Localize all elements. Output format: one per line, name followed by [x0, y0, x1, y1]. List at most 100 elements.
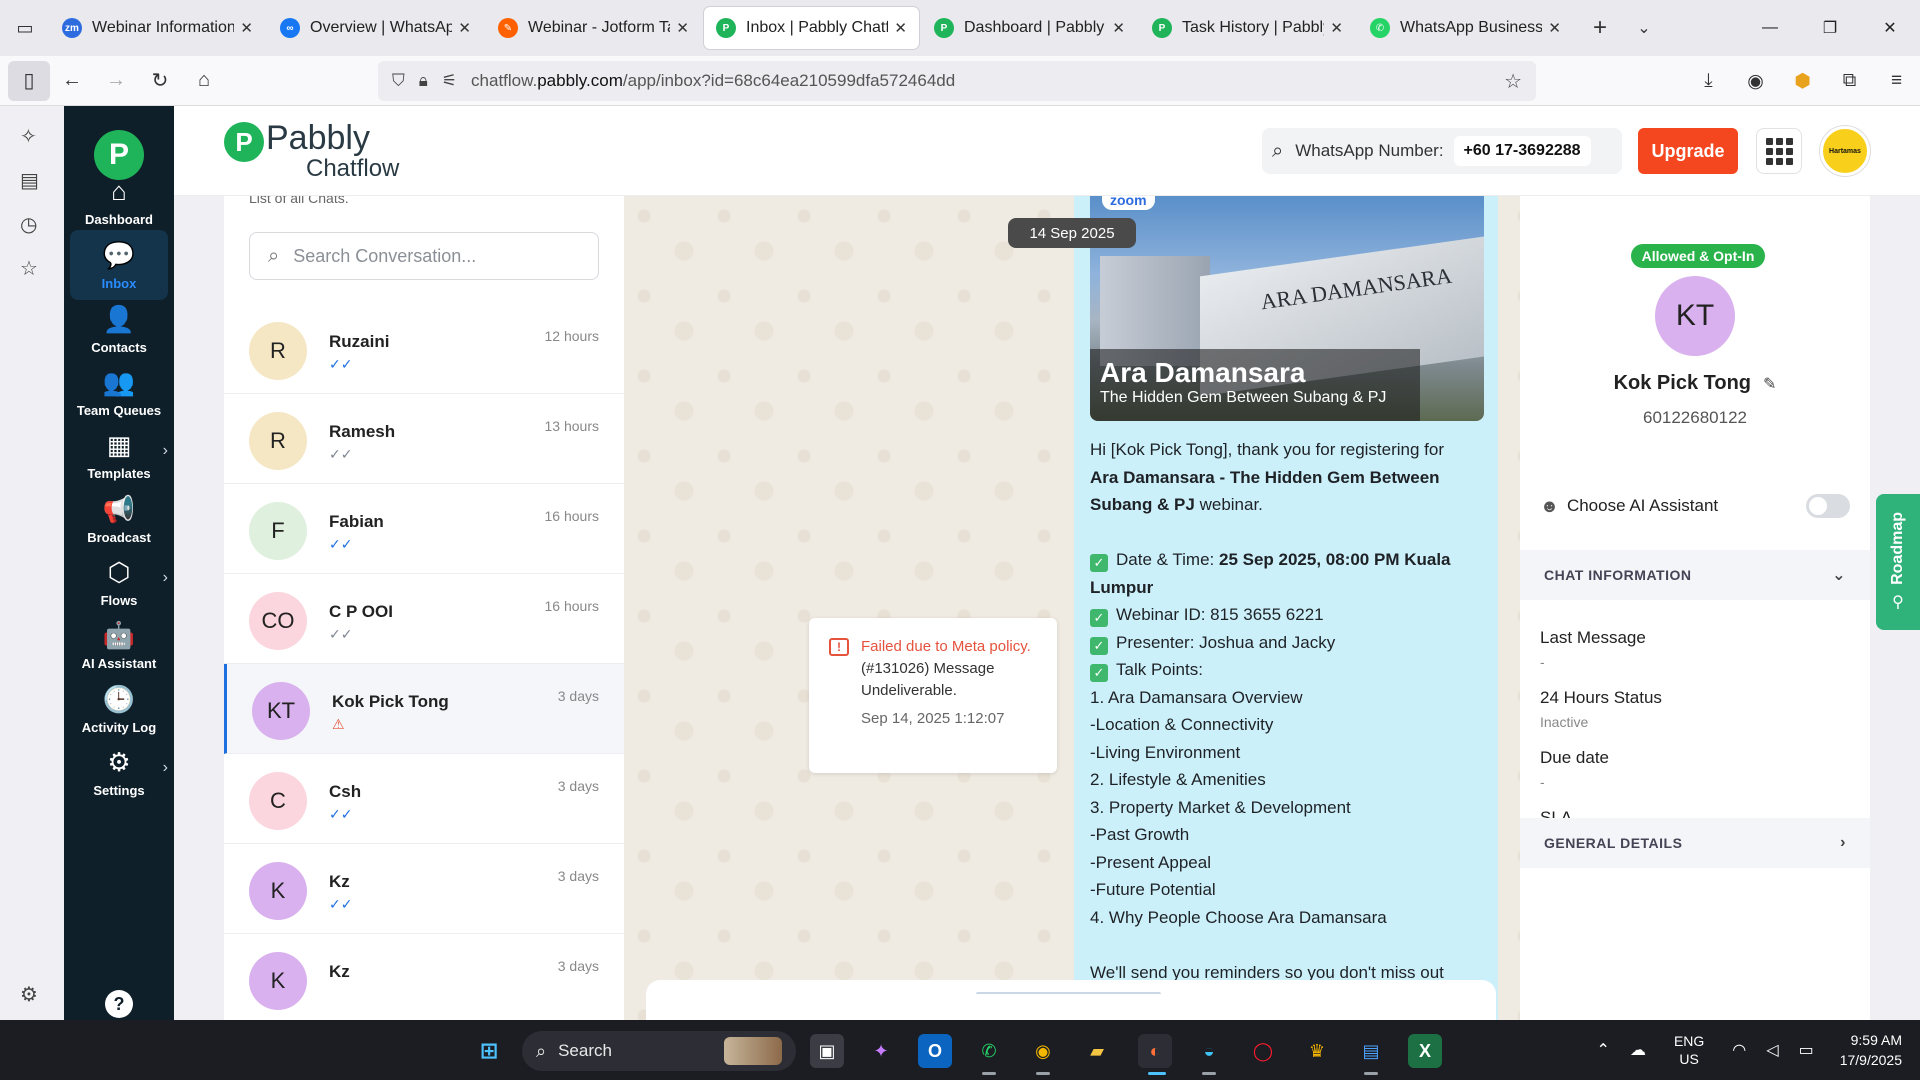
customize-gear-icon[interactable]: ⚙	[20, 982, 38, 1007]
taskbar-search[interactable]: ⌕ Search	[522, 1031, 796, 1071]
browser-tab[interactable]: P Task History | Pabbly C ✕	[1140, 7, 1355, 49]
browser-tab[interactable]: P Inbox | Pabbly Chatflo ✕	[704, 7, 919, 49]
roadmap-tab[interactable]: Roadmap ⚲	[1876, 494, 1920, 630]
sidebar-item-activity-log[interactable]: 🕒 Activity Log	[70, 674, 168, 744]
close-tab-icon[interactable]: ✕	[1112, 19, 1125, 37]
account-icon[interactable]: ◉	[1732, 70, 1779, 93]
general-details-header[interactable]: GENERAL DETAILS ›	[1520, 818, 1870, 868]
close-tab-icon[interactable]: ✕	[240, 19, 253, 37]
bookmarks-icon[interactable]: ☆	[20, 256, 38, 281]
sidebar-item-settings[interactable]: ⚙ Settings ›	[70, 737, 168, 807]
help-icon[interactable]: ?	[105, 990, 133, 1018]
message-image[interactable]: ARA DAMANSARA zoom Ara Damansara The Hid…	[1090, 196, 1484, 421]
edge-icon[interactable]: ◒	[1192, 1034, 1226, 1068]
task-view-icon[interactable]: ▣	[810, 1034, 844, 1068]
forward-icon[interactable]: →	[94, 61, 138, 101]
sidebar-item-team-queues[interactable]: 👥 Team Queues	[70, 357, 168, 427]
firefox-icon[interactable]: ◐	[1138, 1034, 1172, 1068]
search-conversation-input[interactable]: ⌕ Search Conversation...	[249, 232, 599, 280]
conversation-item[interactable]: R Ruzaini ✓✓ 12 hours	[224, 304, 624, 394]
notepad-icon[interactable]: ▤	[1354, 1034, 1388, 1068]
sidebar-item-broadcast[interactable]: 📢 Broadcast	[70, 484, 168, 554]
sidebar-item-dashboard[interactable]: ⌂ Dashboard	[70, 166, 168, 236]
back-icon[interactable]: ←	[50, 61, 94, 101]
reload-icon[interactable]: ↻	[138, 61, 182, 101]
minimize-icon[interactable]: —	[1740, 0, 1800, 56]
sidebar-item-flows[interactable]: ⬡ Flows ›	[70, 547, 168, 617]
url-bar[interactable]: ⛉ 🔒︎ ⚟ chatflow.pabbly.com/app/inbox?id=…	[378, 61, 1536, 101]
language-indicator[interactable]: ENG US	[1674, 1032, 1704, 1068]
chat-information-header[interactable]: CHAT INFORMATION ⌄	[1520, 550, 1870, 600]
extensions-icon[interactable]: ⧉	[1826, 70, 1873, 92]
copilot-icon[interactable]: ✦	[864, 1034, 898, 1068]
sidebar-item-templates[interactable]: ▦ Templates ›	[70, 420, 168, 490]
battery-icon[interactable]: ▭	[1799, 1040, 1814, 1060]
sidebar-toggle-icon[interactable]: ▯	[8, 60, 50, 101]
lock-icon[interactable]: 🔒︎	[419, 71, 428, 91]
close-tab-icon[interactable]: ✕	[458, 19, 471, 37]
ai-assistant-toggle[interactable]	[1806, 494, 1850, 518]
permissions-icon[interactable]: ⚟	[442, 71, 457, 91]
upgrade-button[interactable]: Upgrade	[1638, 128, 1738, 174]
outlook-icon[interactable]: O	[918, 1034, 952, 1068]
close-tab-icon[interactable]: ✕	[1548, 19, 1561, 37]
menu-icon[interactable]: ≡	[1873, 70, 1920, 92]
synced-tabs-icon[interactable]: ▤	[20, 168, 39, 193]
sidebar-item-ai-assistant[interactable]: 🤖 AI Assistant	[70, 610, 168, 680]
chevron-down-icon[interactable]: ⌄	[1624, 18, 1664, 38]
medal-app-icon[interactable]: ♛	[1300, 1034, 1334, 1068]
conversation-item[interactable]: KT Kok Pick Tong ⚠ 3 days	[224, 664, 624, 754]
close-tab-icon[interactable]: ✕	[676, 19, 689, 37]
file-explorer-icon[interactable]: ▰	[1080, 1034, 1114, 1068]
talk-point: 2. Lifestyle & Amenities	[1090, 770, 1266, 789]
conversation-item[interactable]: C Csh ✓✓ 3 days	[224, 754, 624, 844]
app-sidebar: P ⌂ Dashboard 💬 Inbox 👤 Contacts 👥 Team Queues ▦…	[64, 106, 174, 1020]
close-tab-icon[interactable]: ✕	[1330, 19, 1343, 37]
new-tab-button[interactable]: +	[1576, 14, 1624, 42]
system-clock[interactable]: 9:59 AM 17/9/2025	[1840, 1030, 1902, 1070]
chevron-up-icon[interactable]: ⌃	[1597, 1040, 1610, 1060]
browser-tab[interactable]: ✆ WhatsApp Business ✕	[1358, 7, 1573, 49]
image-caption: Ara Damansara The Hidden Gem Between Sub…	[1090, 349, 1420, 421]
windows-start-icon[interactable]: ⊞	[472, 1034, 506, 1068]
download-icon[interactable]: ⤓	[1685, 70, 1732, 92]
history-icon[interactable]: ◷	[20, 212, 37, 237]
ai-sparkle-icon[interactable]: ✧	[20, 124, 37, 149]
volume-icon[interactable]: ◁	[1766, 1040, 1778, 1060]
message-composer[interactable]	[646, 980, 1496, 1020]
tab-list-icon[interactable]: ▭	[0, 0, 50, 56]
cloud-sync-icon[interactable]: ☁	[1630, 1040, 1646, 1060]
wifi-icon[interactable]: ◠	[1732, 1040, 1746, 1060]
shield-icon[interactable]: ⛉	[392, 71, 405, 91]
brand-logo[interactable]: P Pabbly Chatflow	[224, 120, 399, 182]
date-time-value: 25 Sep 2025, 08:00 PM Kuala	[1218, 550, 1451, 569]
browser-tab[interactable]: zm Webinar Information - ✕	[50, 7, 265, 49]
restore-icon[interactable]: ❐	[1800, 0, 1860, 56]
conversation-item[interactable]: F Fabian ✓✓ 16 hours	[224, 484, 624, 574]
whatsapp-icon[interactable]: ✆	[972, 1034, 1006, 1068]
close-tab-icon[interactable]: ✕	[894, 19, 907, 37]
conversation-item[interactable]: K Kz ✓✓ 3 days	[224, 844, 624, 934]
account-avatar[interactable]: Hartamas	[1820, 126, 1870, 176]
edit-pencil-icon[interactable]: ✎	[1763, 376, 1776, 393]
browser-tab[interactable]: ✎ Webinar - Jotform Tab ✕	[486, 7, 701, 49]
shield-extension-icon[interactable]: ⬢	[1779, 70, 1826, 93]
chat-information-title: CHAT INFORMATION	[1544, 567, 1692, 583]
close-window-icon[interactable]: ✕	[1860, 0, 1920, 56]
team-icon: 👥	[102, 366, 136, 397]
conversation-item[interactable]: R Ramesh ✓✓ 13 hours	[224, 394, 624, 484]
home-icon[interactable]: ⌂	[182, 61, 226, 101]
whatsapp-number-selector[interactable]: ⌕ WhatsApp Number: +60 17-3692288	[1262, 128, 1622, 174]
sidebar-item-inbox[interactable]: 💬 Inbox	[70, 230, 168, 300]
browser-tab[interactable]: P Dashboard | Pabbly Co ✕	[922, 7, 1137, 49]
bookmark-star-icon[interactable]: ☆	[1504, 69, 1522, 94]
excel-icon[interactable]: X	[1408, 1034, 1442, 1068]
apps-grid-icon[interactable]	[1756, 128, 1802, 174]
sidebar-item-contacts[interactable]: 👤 Contacts	[70, 294, 168, 364]
browser-tab[interactable]: ∞ Overview | WhatsApp ✕	[268, 7, 483, 49]
zoom-logo: zoom	[1102, 196, 1155, 210]
conversation-item[interactable]: CO C P OOI ✓✓ 16 hours	[224, 574, 624, 664]
conversation-item[interactable]: K Kz 3 days	[224, 934, 624, 1020]
chrome-icon[interactable]: ◉	[1026, 1034, 1060, 1068]
opera-icon[interactable]: ◯	[1246, 1034, 1280, 1068]
